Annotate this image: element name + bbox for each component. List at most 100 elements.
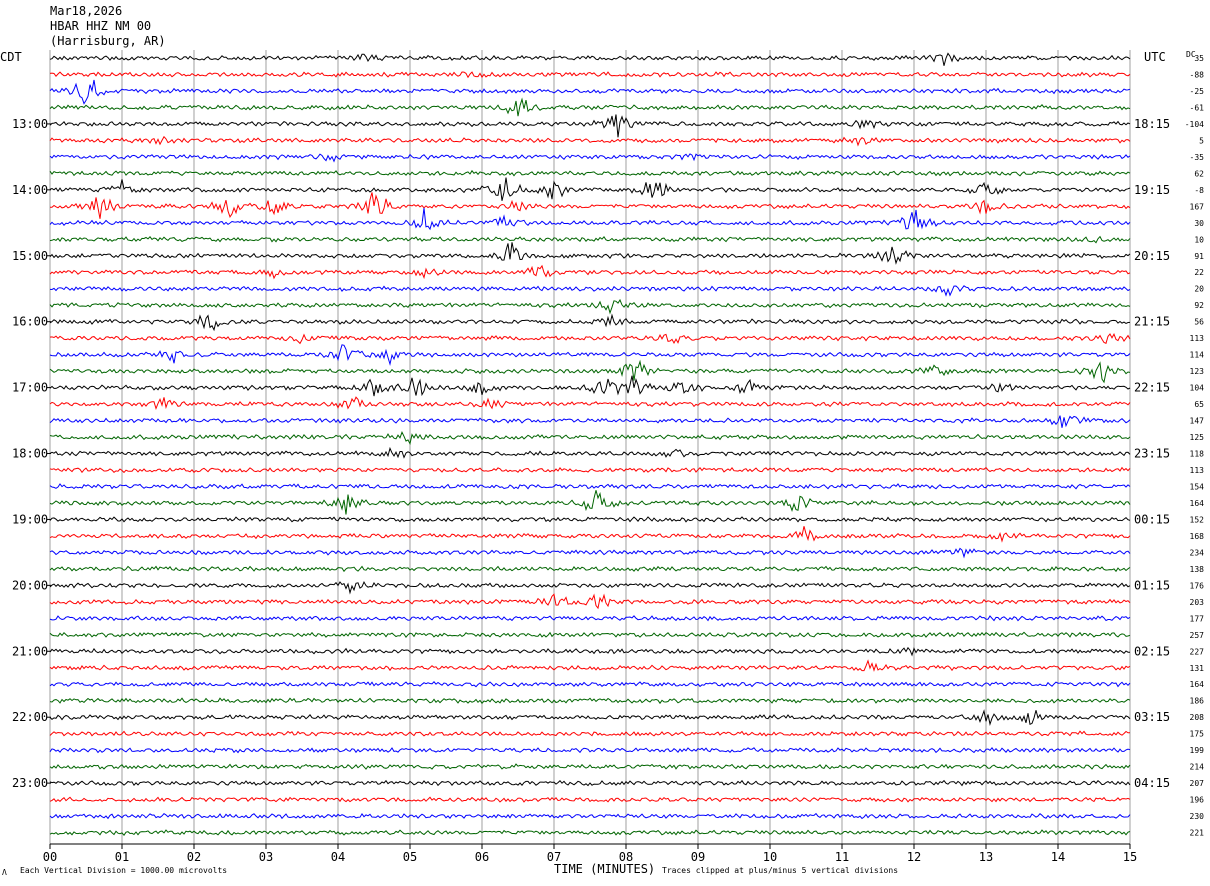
x-tick-label: 05 bbox=[403, 850, 417, 864]
seismic-trace bbox=[49, 153, 1131, 163]
seismic-trace bbox=[49, 763, 1131, 770]
x-tick-label: 09 bbox=[691, 850, 705, 864]
left-hour-label: 13:00 bbox=[12, 117, 48, 131]
seismic-trace bbox=[49, 829, 1131, 837]
right-hour-label: 23:15 bbox=[1134, 447, 1170, 461]
seismic-trace bbox=[49, 659, 1131, 672]
x-tick-label: 00 bbox=[43, 850, 57, 864]
left-hour-label: 21:00 bbox=[12, 644, 48, 658]
left-hour-label: 16:00 bbox=[12, 315, 48, 329]
dc-offset-label: 154 bbox=[1190, 482, 1205, 491]
seismic-trace bbox=[49, 796, 1131, 803]
right-hour-label: 22:15 bbox=[1134, 381, 1170, 395]
seismic-trace bbox=[49, 709, 1131, 726]
dc-offset-label: 10 bbox=[1194, 235, 1204, 244]
dc-offset-label: 167 bbox=[1190, 202, 1205, 211]
clip-note: Traces clipped at plus/minus 5 vertical … bbox=[662, 866, 899, 875]
dc-offset-label: 118 bbox=[1190, 450, 1205, 459]
seismic-trace bbox=[49, 483, 1131, 490]
left-hour-label: 14:00 bbox=[12, 183, 48, 197]
dc-offset-label: 227 bbox=[1190, 647, 1205, 656]
seismic-trace bbox=[49, 446, 1131, 459]
dc-offset-label: 221 bbox=[1190, 829, 1205, 838]
left-hour-label: 18:00 bbox=[12, 447, 48, 461]
seismic-trace bbox=[49, 135, 1131, 147]
dc-offset-label: 257 bbox=[1190, 631, 1205, 640]
dc-offset-label: 164 bbox=[1190, 499, 1205, 508]
right-hour-label: 19:15 bbox=[1134, 183, 1170, 197]
seismic-trace bbox=[49, 298, 1131, 315]
dc-offset-label: 152 bbox=[1190, 515, 1205, 524]
corner-mark: Λ bbox=[2, 868, 7, 877]
left-hour-label: 17:00 bbox=[12, 381, 48, 395]
x-axis-title: TIME (MINUTES) bbox=[554, 862, 656, 876]
seismic-trace bbox=[49, 114, 1131, 138]
x-tick-label: 02 bbox=[187, 850, 201, 864]
dc-offset-label: -35 bbox=[1190, 153, 1205, 162]
left-hour-label: 15:00 bbox=[12, 249, 48, 263]
seismic-trace bbox=[49, 631, 1131, 639]
dc-offset-label: 91 bbox=[1194, 252, 1204, 261]
dc-offset-label: 164 bbox=[1190, 680, 1205, 689]
dc-offset-label: 65 bbox=[1194, 400, 1204, 409]
x-tick-label: 15 bbox=[1123, 850, 1137, 864]
left-hour-label: 23:00 bbox=[12, 776, 48, 790]
seismic-trace bbox=[49, 526, 1131, 543]
seismic-trace bbox=[49, 375, 1131, 397]
seismic-trace bbox=[49, 646, 1130, 657]
seismic-trace bbox=[49, 779, 1131, 787]
dc-offset-label: 35 bbox=[1194, 54, 1204, 63]
seismic-trace bbox=[49, 97, 1131, 117]
seismic-trace bbox=[49, 235, 1131, 244]
seismic-trace bbox=[49, 242, 1131, 265]
x-tick-label: 06 bbox=[475, 850, 489, 864]
dc-offset-label: 30 bbox=[1194, 219, 1204, 228]
right-hour-label: 04:15 bbox=[1134, 776, 1170, 790]
seismic-trace bbox=[49, 52, 1131, 66]
left-hour-label: 19:00 bbox=[12, 512, 48, 526]
seismic-trace bbox=[49, 359, 1131, 384]
right-hour-label: 01:15 bbox=[1134, 578, 1170, 592]
dc-offset-label: 113 bbox=[1190, 334, 1205, 343]
x-tick-label: 13 bbox=[979, 850, 993, 864]
dc-offset-label: 207 bbox=[1190, 779, 1205, 788]
left-hour-label: 22:00 bbox=[12, 710, 48, 724]
dc-offset-label: 125 bbox=[1190, 433, 1205, 442]
seismic-trace bbox=[49, 79, 1131, 105]
dc-offset-label: 147 bbox=[1190, 417, 1205, 426]
x-tick-label: 01 bbox=[115, 850, 129, 864]
seismic-trace bbox=[49, 812, 1131, 820]
seismic-trace bbox=[49, 396, 1131, 411]
x-tick-label: 11 bbox=[835, 850, 849, 864]
seismic-trace bbox=[49, 565, 1131, 573]
seismic-trace bbox=[49, 547, 1131, 559]
dc-offset-label: 22 bbox=[1194, 268, 1204, 277]
dc-offset-label: -104 bbox=[1185, 120, 1204, 129]
seismic-trace bbox=[49, 333, 1131, 345]
right-hour-label: 21:15 bbox=[1134, 315, 1170, 329]
seismic-trace bbox=[49, 207, 1131, 231]
right-hour-label: 03:15 bbox=[1134, 710, 1170, 724]
dc-offset-label: 234 bbox=[1190, 548, 1205, 557]
dc-offset-label: 186 bbox=[1190, 697, 1205, 706]
left-hour-label: 20:00 bbox=[12, 578, 48, 592]
dc-offset-label: -61 bbox=[1190, 103, 1205, 112]
dc-offset-label: 131 bbox=[1190, 664, 1205, 673]
seismic-trace bbox=[49, 169, 1131, 177]
seismic-trace bbox=[49, 697, 1131, 705]
right-hour-label: 02:15 bbox=[1134, 644, 1170, 658]
seismic-trace bbox=[49, 580, 1131, 595]
x-tick-label: 10 bbox=[763, 850, 777, 864]
dc-offset-label: 104 bbox=[1190, 384, 1205, 393]
seismic-trace bbox=[49, 313, 1131, 332]
seismic-trace bbox=[49, 431, 1131, 446]
dc-offset-label: 138 bbox=[1190, 565, 1205, 574]
dc-offset-label: 92 bbox=[1194, 301, 1204, 310]
dc-offset-label: 113 bbox=[1190, 466, 1205, 475]
seismic-trace bbox=[49, 516, 1131, 523]
dc-offset-label: 214 bbox=[1190, 763, 1205, 772]
seismic-trace bbox=[49, 177, 1131, 201]
seismic-trace bbox=[49, 285, 1131, 297]
vertical-division-note: Each Vertical Division = 1000.00 microvo… bbox=[20, 866, 228, 875]
helicorder-plot: 00 01 02 03 04 05 06 07 08 09 10 11 12 13 14 1535-88-25… bbox=[12, 50, 1205, 864]
